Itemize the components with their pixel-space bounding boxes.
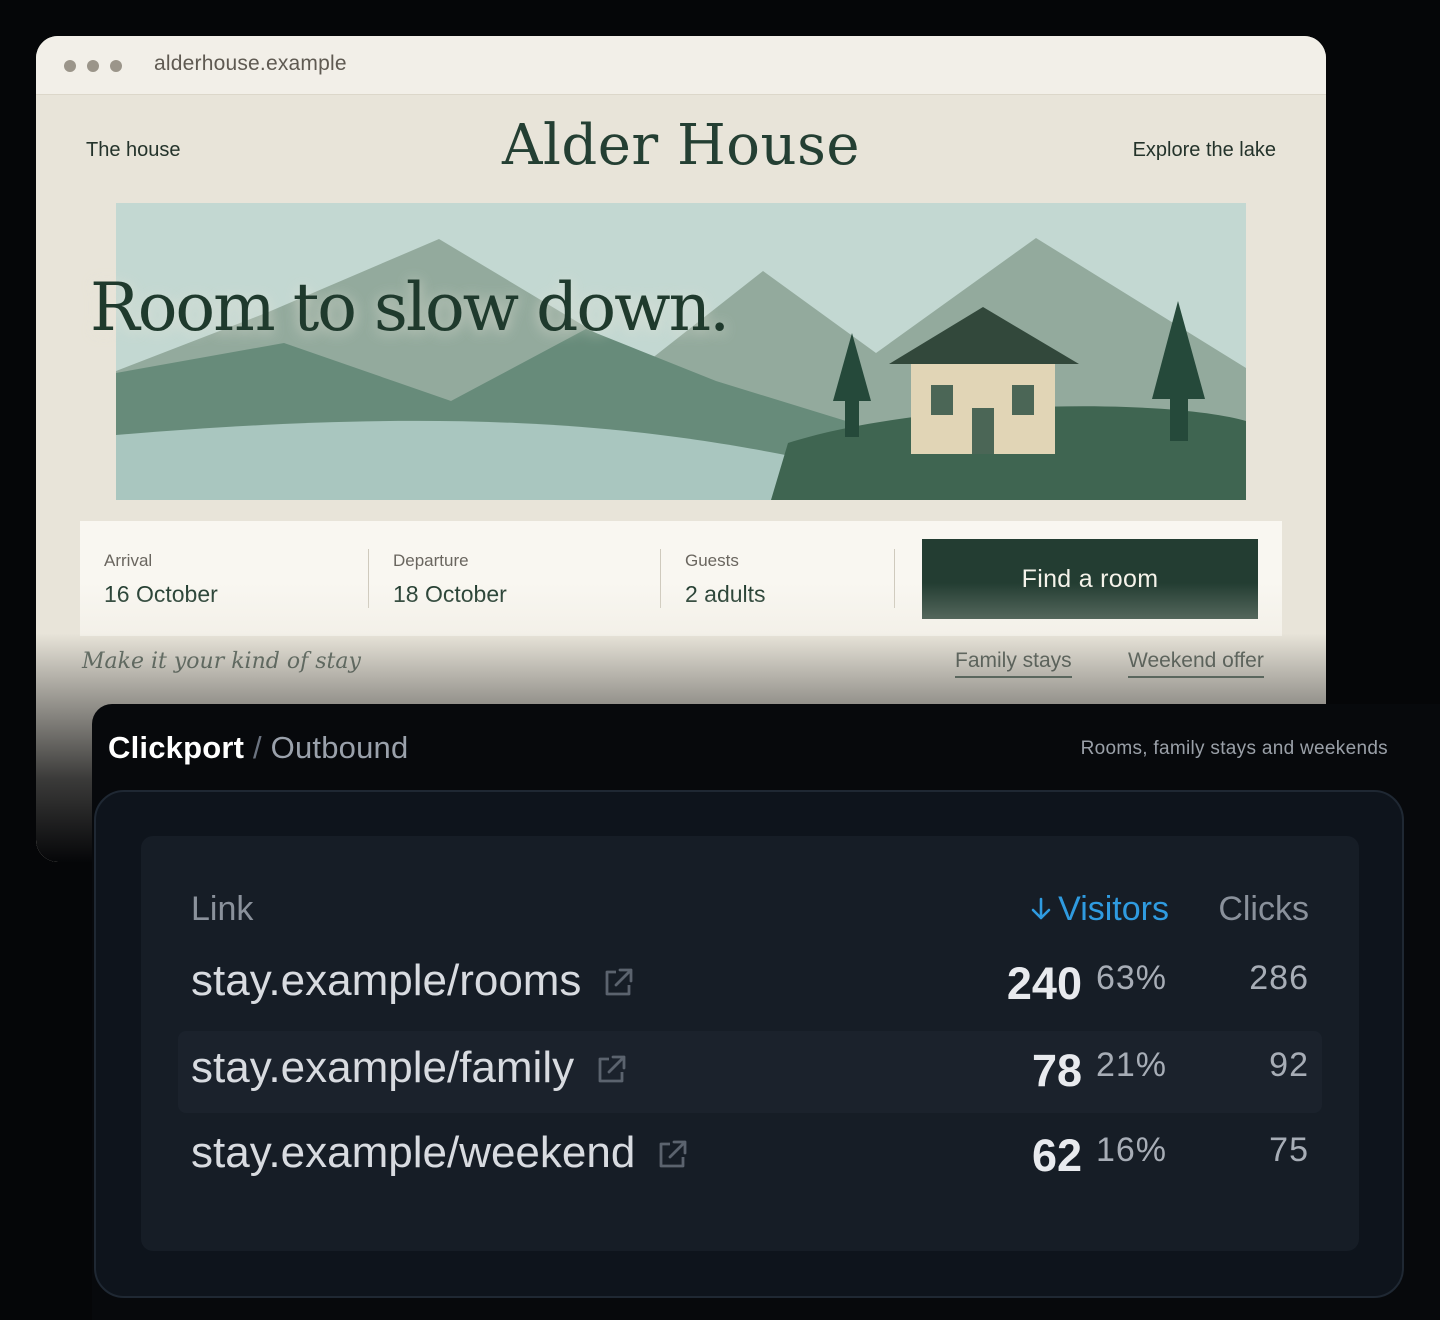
outbound-table: Link Visitors Clicks stay.example/rooms … (141, 836, 1359, 1251)
arrival-value: 16 October (104, 581, 218, 607)
link-url[interactable]: stay.example/rooms (191, 956, 581, 1006)
find-a-room-button[interactable]: Find a room (922, 539, 1258, 619)
landscape-illustration (116, 203, 1246, 500)
guests-label: Guests (685, 551, 739, 570)
window-dot-icon[interactable] (110, 60, 122, 72)
window-controls (64, 60, 122, 72)
link-cell[interactable]: stay.example/rooms (191, 956, 635, 1006)
table-row[interactable]: stay.example/rooms 240 63% 286 (178, 944, 1322, 1026)
link-url[interactable]: stay.example/family (191, 1043, 574, 1093)
window-dot-icon[interactable] (64, 60, 76, 72)
visitors-percent: 63% (1095, 959, 1167, 997)
column-header-clicks[interactable]: Clicks (1218, 890, 1309, 929)
visitors-percent: 16% (1095, 1131, 1167, 1169)
arrival-label: Arrival (104, 551, 153, 570)
link-cell[interactable]: stay.example/weekend (191, 1128, 689, 1178)
hero-illustration (116, 203, 1246, 500)
outbound-card: Link Visitors Clicks stay.example/rooms … (94, 790, 1404, 1298)
arrival-field[interactable]: Arrival 16 October (80, 549, 369, 608)
visitors-count: 78 (1031, 1045, 1082, 1096)
panel-subtitle: Rooms, family stays and weekends (1080, 738, 1388, 759)
departure-field[interactable]: Departure 18 October (369, 549, 661, 608)
visitors-percent: 21% (1095, 1046, 1167, 1084)
nav-link-explore-lake[interactable]: Explore the lake (1133, 139, 1276, 162)
column-header-link[interactable]: Link (191, 890, 253, 929)
visitors-header-label: Visitors (1058, 890, 1169, 928)
breadcrumb-separator: / (252, 730, 262, 765)
visitors-count: 240 (1006, 958, 1082, 1009)
booking-bar: Arrival 16 October Departure 18 October … (80, 521, 1282, 636)
hero-headline: Room to slow down. (90, 269, 730, 346)
link-url[interactable]: stay.example/weekend (191, 1128, 635, 1178)
guests-field[interactable]: Guests 2 adults (661, 549, 895, 608)
analytics-panel: Clickport / Outbound Rooms, family stays… (92, 704, 1440, 1320)
departure-value: 18 October (393, 581, 507, 607)
browser-toolbar: alderhouse.example (36, 36, 1326, 95)
weekend-offer-link[interactable]: Weekend offer (1128, 649, 1264, 678)
visitors-count: 62 (1031, 1130, 1082, 1181)
clicks-count: 92 (1269, 1046, 1309, 1084)
column-header-visitors[interactable]: Visitors (1030, 890, 1169, 929)
breadcrumb: Clickport / Outbound (108, 730, 408, 766)
family-stays-link[interactable]: Family stays (955, 649, 1072, 678)
brand-name[interactable]: Clickport (108, 730, 244, 765)
external-link-icon[interactable] (601, 966, 635, 1000)
breadcrumb-section: Outbound (270, 730, 409, 765)
table-row[interactable]: stay.example/family 78 21% 92 (178, 1031, 1322, 1113)
external-link-icon[interactable] (594, 1053, 628, 1087)
sort-down-arrow-icon (1031, 897, 1051, 920)
window-dot-icon[interactable] (87, 60, 99, 72)
table-row[interactable]: stay.example/weekend 62 16% 75 (178, 1116, 1322, 1198)
link-cell[interactable]: stay.example/family (191, 1043, 628, 1093)
guests-value: 2 adults (685, 581, 766, 607)
clicks-count: 286 (1249, 959, 1309, 997)
address-bar[interactable]: alderhouse.example (154, 52, 347, 76)
clicks-count: 75 (1269, 1131, 1309, 1169)
departure-label: Departure (393, 551, 469, 570)
tagline: Make it your kind of stay (82, 649, 361, 674)
external-link-icon[interactable] (655, 1138, 689, 1172)
